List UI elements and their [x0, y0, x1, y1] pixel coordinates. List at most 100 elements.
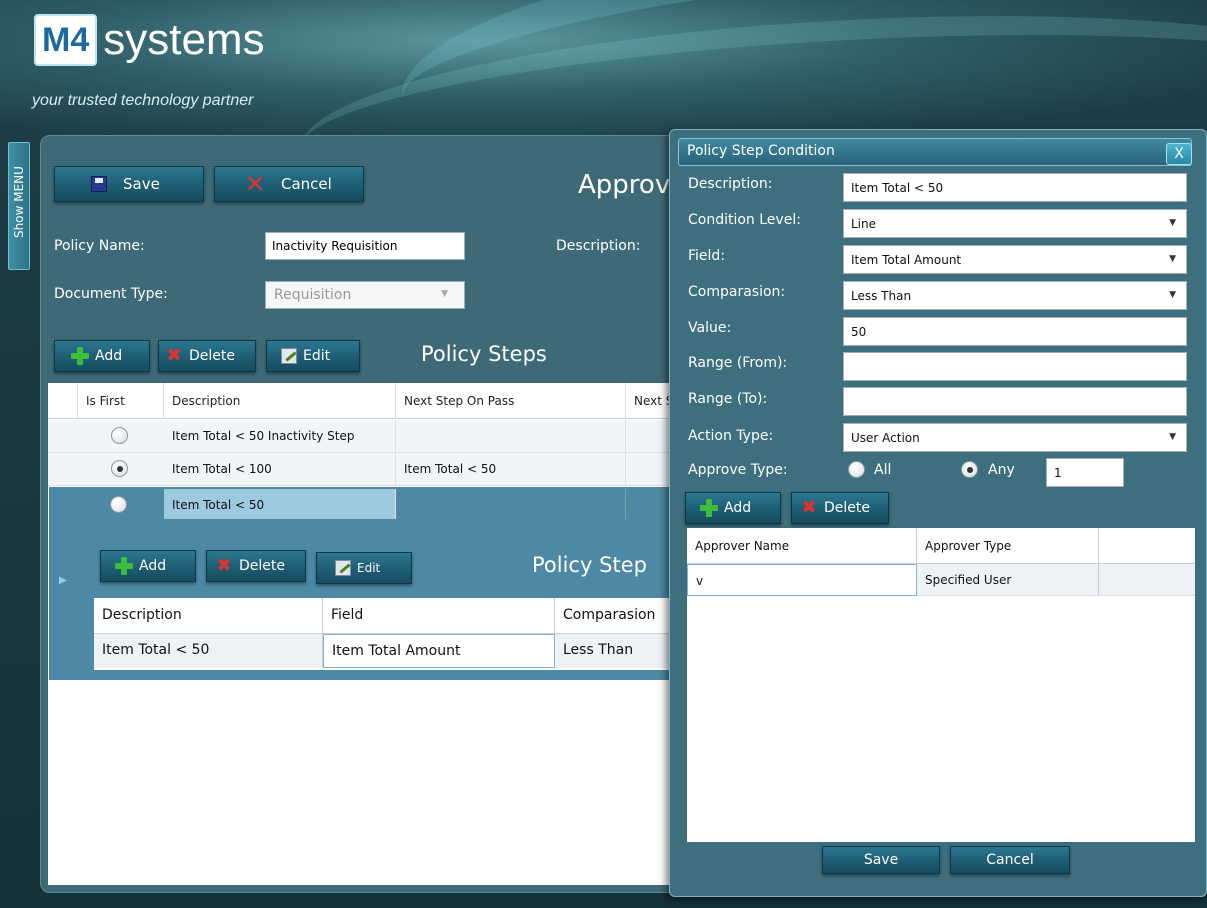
add-approver-button[interactable]: Add: [685, 492, 781, 524]
range-to-label: Range (To):: [688, 391, 768, 407]
column-header-next-pass[interactable]: Next Step On Pass: [396, 383, 626, 419]
dialog-title: Policy Step Condition: [678, 138, 1192, 166]
policy-steps-title: Policy Steps: [421, 342, 547, 366]
column-header-approver-name[interactable]: Approver Name: [687, 528, 917, 564]
logo-text: systems: [103, 15, 265, 64]
column-header-next-fail[interactable]: Next S: [626, 383, 670, 419]
approve-all-radio[interactable]: [848, 461, 865, 478]
next-pass-cell[interactable]: [396, 420, 626, 453]
next-pass-cell[interactable]: Item Total < 50: [396, 453, 626, 486]
policy-step-conditions-title: Policy Step: [532, 553, 647, 577]
edit-step-label: Edit: [303, 348, 331, 364]
condition-comparasion-cell[interactable]: Less Than: [555, 634, 670, 668]
column-header-is-first[interactable]: Is First: [78, 383, 164, 419]
delete-step-label: Delete: [189, 348, 235, 364]
table-row[interactable]: Item Total < 100 Item Total < 50: [48, 453, 670, 486]
show-menu-label: Show MENU: [12, 166, 26, 238]
condition-level-select[interactable]: Line: [843, 209, 1187, 238]
value-label: Value:: [688, 320, 732, 336]
step-description-cell[interactable]: Item Total < 50 Inactivity Step: [164, 420, 396, 453]
approver-blank-cell: [1099, 564, 1195, 596]
edit-icon: [335, 560, 351, 576]
header-banner: M4 systems your trusted technology partn…: [0, 0, 1207, 135]
is-first-radio[interactable]: [110, 496, 127, 513]
add-step-button[interactable]: Add: [54, 340, 150, 372]
condition-level-value: Line: [851, 217, 877, 231]
comparasion-value: Less Than: [851, 289, 912, 303]
approver-type-cell[interactable]: Specified User: [917, 564, 1099, 596]
is-first-radio[interactable]: [111, 427, 128, 444]
plus-icon: [115, 557, 133, 575]
table-row[interactable]: Item Total < 50 Inactivity Step: [48, 420, 670, 453]
policy-name-input[interactable]: Inactivity Requisition: [265, 232, 465, 260]
delete-icon: ✖: [166, 345, 182, 366]
policy-name-label: Policy Name:: [54, 238, 145, 254]
cancel-button[interactable]: ✕ Cancel: [214, 166, 364, 202]
plus-icon: [700, 499, 718, 517]
delete-step-button[interactable]: ✖ Delete: [158, 340, 256, 372]
plus-icon: [71, 347, 89, 365]
policy-step-condition-dialog: Policy Step Condition X Description: Ite…: [669, 129, 1207, 897]
action-type-label: Action Type:: [688, 428, 774, 444]
delete-icon: ✖: [801, 497, 817, 518]
logo-mark: M4: [34, 14, 98, 66]
column-header-description[interactable]: Description: [94, 598, 323, 634]
dialog-cancel-button[interactable]: Cancel: [950, 846, 1070, 874]
floppy-disk-icon: [91, 176, 107, 192]
action-type-value: User Action: [851, 431, 920, 445]
range-from-input[interactable]: [843, 352, 1187, 381]
edit-condition-button[interactable]: Edit: [316, 552, 412, 584]
dialog-close-button[interactable]: X: [1166, 143, 1192, 165]
edit-condition-label: Edit: [357, 561, 381, 575]
save-label: Save: [123, 175, 160, 193]
value-input[interactable]: 50: [843, 317, 1187, 346]
approvers-grid: Approver Name Approver Type v Specified …: [687, 528, 1195, 842]
step-description-cell[interactable]: Item Total < 50: [164, 489, 396, 519]
add-step-label: Add: [95, 348, 123, 364]
condition-level-label: Condition Level:: [688, 212, 801, 228]
dialog-save-button[interactable]: Save: [822, 846, 940, 874]
condition-description-cell[interactable]: Item Total < 50: [94, 634, 323, 668]
column-header-description[interactable]: Description: [164, 383, 396, 419]
delete-icon: ✖: [216, 555, 232, 576]
conditions-grid: Description Field Comparasion Item Total…: [94, 598, 670, 670]
approve-count-input[interactable]: 1: [1046, 458, 1124, 487]
approver-name-cell[interactable]: v: [687, 564, 917, 596]
approve-type-label: Approve Type:: [688, 462, 788, 478]
field-value: Item Total Amount: [851, 253, 962, 267]
next-pass-cell[interactable]: [396, 489, 626, 519]
document-type-select[interactable]: Requisition ▼: [265, 281, 465, 309]
save-button[interactable]: Save: [54, 166, 204, 202]
step-description-cell[interactable]: Item Total < 100: [164, 453, 396, 486]
column-header-approver-type[interactable]: Approver Type: [917, 528, 1099, 564]
edit-step-button[interactable]: Edit: [266, 340, 360, 372]
edit-icon: [281, 348, 297, 364]
delete-approver-button[interactable]: ✖ Delete: [791, 492, 889, 524]
range-to-input[interactable]: [843, 387, 1187, 416]
delete-condition-button[interactable]: ✖ Delete: [206, 550, 306, 582]
row-header-column: [48, 383, 78, 419]
comparasion-label: Comparasion:: [688, 284, 786, 300]
approve-any-radio[interactable]: [961, 461, 978, 478]
page-title: Approv: [578, 170, 671, 200]
description-input[interactable]: Item Total < 50: [843, 173, 1187, 202]
expand-arrow-icon[interactable]: ▶: [59, 575, 67, 586]
chevron-down-icon: ▼: [441, 289, 448, 299]
show-menu-button[interactable]: Show MENU: [8, 142, 30, 270]
delete-condition-label: Delete: [239, 558, 285, 574]
document-type-value: Requisition: [274, 287, 352, 303]
field-select[interactable]: Item Total Amount: [843, 245, 1187, 274]
approve-any-label: Any: [988, 462, 1015, 478]
action-type-select[interactable]: User Action: [843, 423, 1187, 452]
logo: M4 systems: [34, 14, 265, 66]
condition-field-cell[interactable]: Item Total Amount: [323, 634, 555, 668]
is-first-radio[interactable]: [111, 460, 128, 477]
column-header-comparasion[interactable]: Comparasion: [555, 598, 670, 634]
range-from-label: Range (From):: [688, 355, 788, 371]
add-condition-button[interactable]: Add: [100, 550, 196, 582]
document-type-label: Document Type:: [54, 286, 168, 302]
column-header-field[interactable]: Field: [323, 598, 555, 634]
description-label: Description:: [688, 176, 773, 192]
comparasion-select[interactable]: Less Than: [843, 281, 1187, 310]
description-label: Description:: [556, 238, 641, 254]
